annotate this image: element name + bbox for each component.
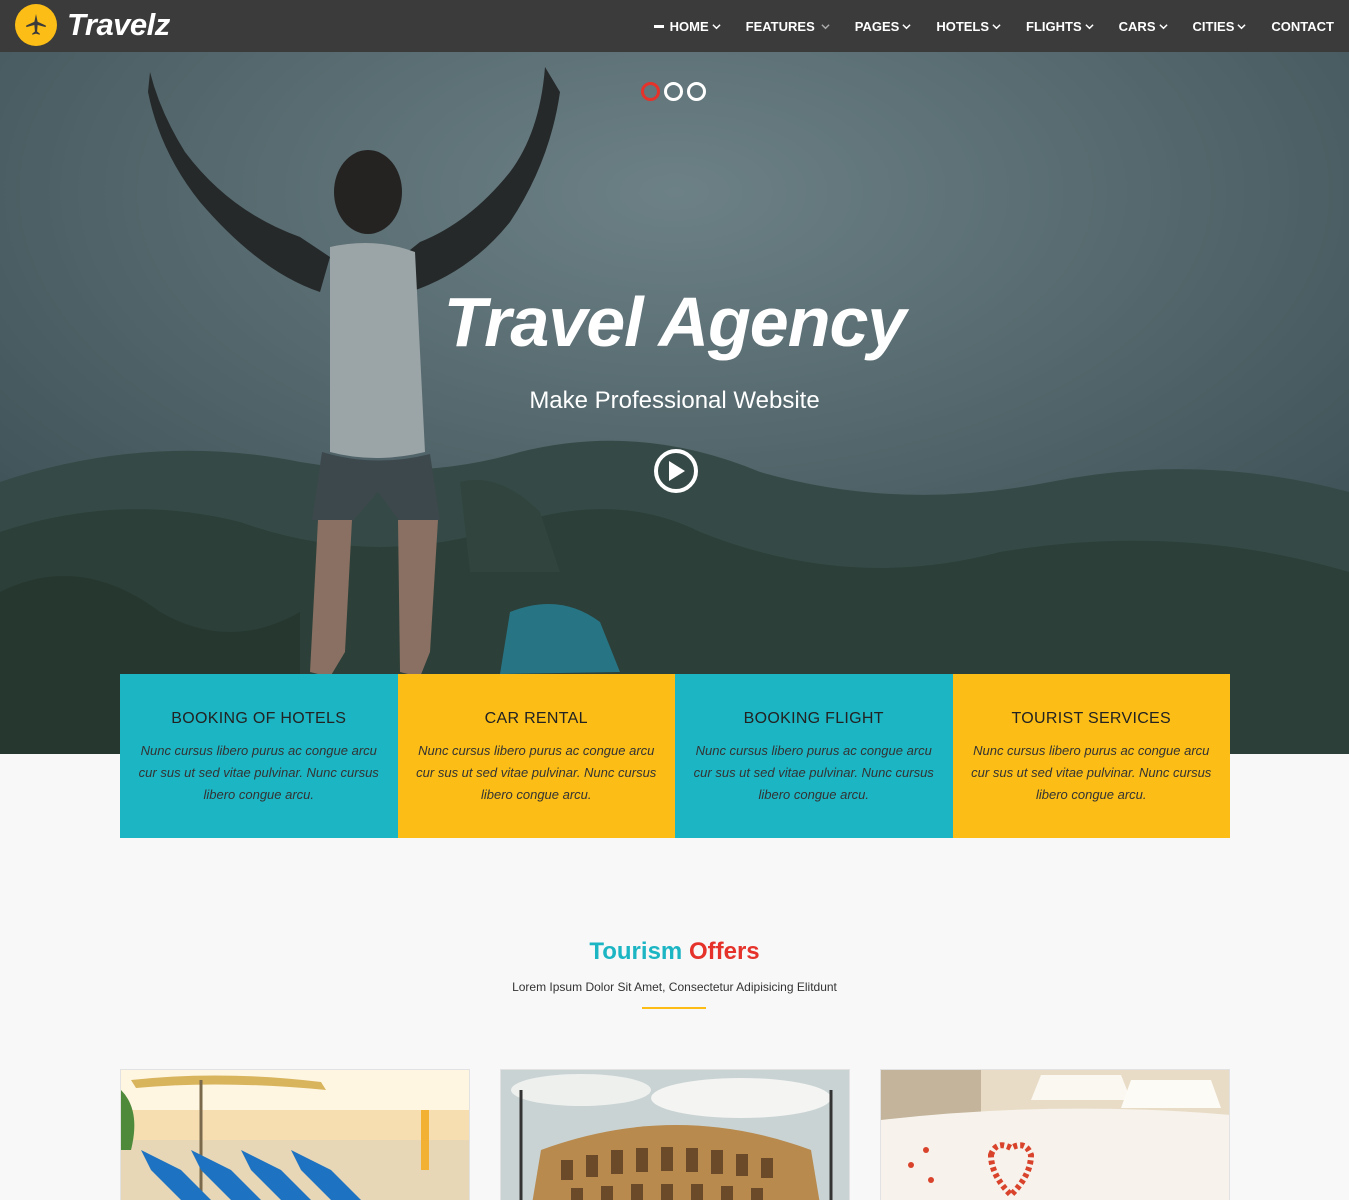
service-box-hotels[interactable]: BOOKING OF HOTELS Nunc cursus libero pur… — [120, 674, 398, 838]
chevron-down-icon — [992, 19, 1001, 34]
service-title: CAR RENTAL — [484, 710, 588, 727]
chevron-down-icon — [1158, 19, 1168, 34]
nav-item-cars[interactable]: CARS — [1119, 19, 1168, 34]
section-divider — [642, 1007, 706, 1009]
service-text: Nunc cursus libero purus ac congue arcu … — [693, 743, 934, 802]
nav-item-features[interactable]: FEATURES — [746, 19, 830, 34]
nav-label-pages: PAGES — [854, 18, 900, 34]
section-title-part1: Tourism — [589, 938, 683, 965]
nav-item-pages[interactable]: PAGES — [855, 19, 912, 34]
offer-card-colosseum[interactable] — [500, 1069, 850, 1200]
service-box-tourist[interactable]: TOURIST SERVICES Nunc cursus libero puru… — [952, 674, 1230, 838]
active-indicator — [653, 24, 664, 28]
services-row: BOOKING OF HOTELS Nunc cursus libero pur… — [120, 674, 1230, 838]
nav-item-home[interactable]: HOME — [653, 18, 721, 34]
slider-pagination — [641, 82, 710, 101]
nav-label-flights: FLIGHTS — [1026, 18, 1082, 34]
nav-label-cities: CITIES — [1192, 18, 1235, 34]
offer-card-hotel-room[interactable] — [880, 1069, 1230, 1200]
hero-subtitle: Make Professional Website — [529, 387, 820, 414]
hero-title: Travel Agency — [443, 283, 907, 361]
chevron-down-icon — [1237, 19, 1247, 34]
service-text: Nunc cursus libero purus ac congue arcu … — [416, 743, 657, 802]
service-box-flight[interactable]: BOOKING FLIGHT Nunc cursus libero purus … — [675, 674, 953, 838]
site-logo[interactable]: Travelz — [15, 4, 170, 46]
nav-item-hotels[interactable]: HOTELS — [936, 19, 1001, 34]
nav-label-hotels: HOTELS — [936, 18, 990, 34]
service-title: BOOKING FLIGHT — [743, 710, 884, 727]
section-title-part2: Offers — [688, 938, 760, 965]
chevron-down-icon — [902, 19, 911, 34]
service-box-car-rental[interactable]: CAR RENTAL Nunc cursus libero purus ac c… — [397, 674, 675, 838]
main-menu: HOME FEATURES PAGES HOTELS FLIGHTS CARS … — [629, 0, 1334, 52]
offer-card-beach[interactable] — [120, 1069, 470, 1200]
service-title: TOURIST SERVICES — [1011, 710, 1171, 727]
chevron-down-icon — [1085, 19, 1094, 34]
top-navbar: Travelz HOME FEATURES PAGES HOTELS FLIGH… — [0, 0, 1349, 52]
hero-slider: Travel Agency Make Professional Website — [0, 52, 1349, 754]
section-title: Tourism Offers — [0, 938, 1349, 966]
nav-label-cars: CARS — [1118, 18, 1156, 34]
brand-name: Travelz — [67, 7, 170, 42]
service-title: BOOKING OF HOTELS — [171, 710, 347, 727]
colosseum-image — [501, 1070, 849, 1200]
slide-dot-3[interactable] — [687, 82, 706, 101]
slide-dot-2[interactable] — [664, 82, 683, 101]
play-icon[interactable] — [654, 449, 698, 493]
hotel-room-image — [881, 1070, 1229, 1200]
nav-item-cities[interactable]: CITIES — [1193, 19, 1247, 34]
slide-dot-1[interactable] — [641, 82, 660, 101]
nav-item-contact[interactable]: CONTACT — [1271, 19, 1334, 34]
airplane-icon — [15, 4, 57, 46]
nav-label-contact: CONTACT — [1271, 18, 1334, 34]
nav-label-home: HOME — [669, 18, 709, 34]
beach-resort-image — [121, 1070, 469, 1200]
nav-item-flights[interactable]: FLIGHTS — [1026, 19, 1094, 34]
chevron-down-icon — [821, 19, 830, 34]
section-subtitle: Lorem Ipsum Dolor Sit Amet, Consectetur … — [512, 980, 837, 994]
chevron-down-icon — [712, 19, 721, 34]
nav-label-features: FEATURES — [745, 18, 815, 34]
service-text: Nunc cursus libero purus ac congue arcu … — [971, 743, 1212, 802]
service-text: Nunc cursus libero purus ac congue arcu … — [138, 743, 379, 802]
